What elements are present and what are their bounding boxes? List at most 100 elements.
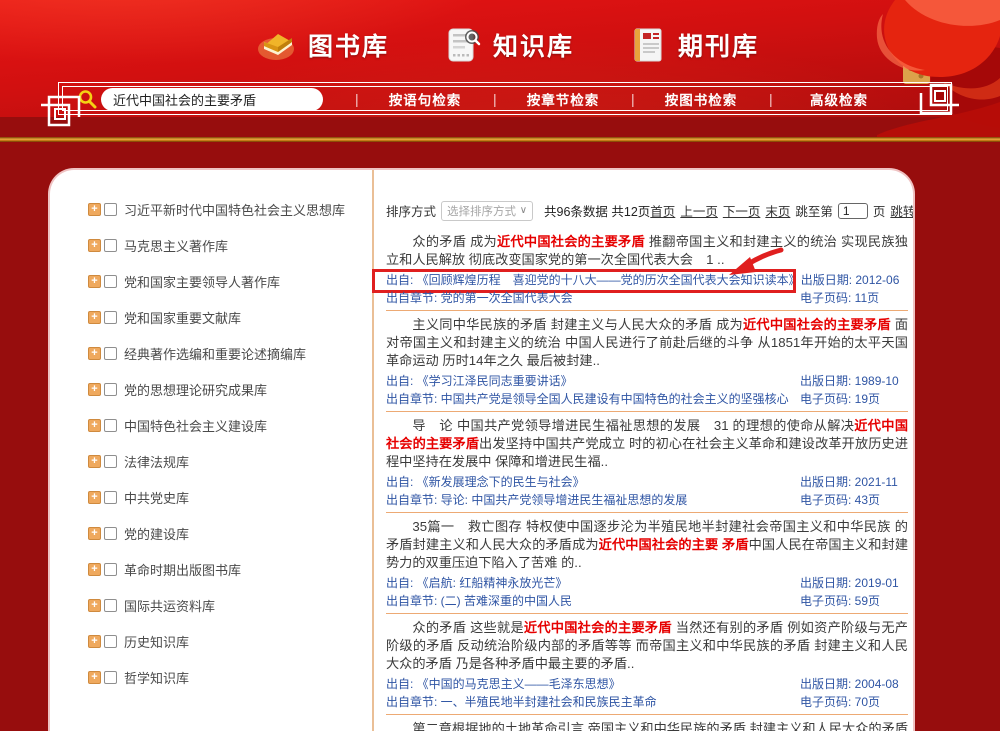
sidebar-item[interactable]: + 党和国家主要领导人著作库 xyxy=(88,272,368,291)
meta-label: 出版日期: xyxy=(800,576,851,590)
search-input[interactable] xyxy=(113,92,311,107)
category-label[interactable]: 历史知识库 xyxy=(124,632,189,651)
nav-journal-library[interactable]: 期刊库 xyxy=(628,25,759,65)
expand-plus-icon[interactable]: + xyxy=(88,419,101,432)
category-label[interactable]: 党和国家主要领导人著作库 xyxy=(124,272,280,291)
sidebar-item[interactable]: + 经典著作选编和重要论述摘编库 xyxy=(88,344,368,363)
search-bar-frame: | 按语句检索 | 按章节检索 | 按图书检索 | 高级检索 xyxy=(58,82,952,115)
category-checkbox[interactable] xyxy=(104,419,117,432)
sidebar-item[interactable]: + 哲学知识库 xyxy=(88,668,368,687)
category-label[interactable]: 哲学知识库 xyxy=(124,668,189,687)
category-label[interactable]: 中国特色社会主义建设库 xyxy=(124,416,267,435)
sort-select[interactable]: 选择排序方式 ∨ xyxy=(441,201,533,221)
sidebar-item[interactable]: + 党的建设库 xyxy=(88,524,368,543)
mode-book-search[interactable]: 按图书检索 xyxy=(633,89,769,109)
result-meta-row: 出自章节: (二) 苦难深重的中国人民电子页码: 59页 xyxy=(386,592,908,610)
expand-plus-icon[interactable]: + xyxy=(88,455,101,468)
meta-label: 出版日期: xyxy=(801,273,852,287)
category-checkbox[interactable] xyxy=(104,275,117,288)
mode-advanced-search[interactable]: 高级检索 xyxy=(771,89,907,109)
pagination-prev[interactable]: 上一页 xyxy=(680,201,718,220)
category-checkbox[interactable] xyxy=(104,671,117,684)
sidebar-item[interactable]: + 革命时期出版图书库 xyxy=(88,560,368,579)
sidebar-item[interactable]: + 马克思主义著作库 xyxy=(88,236,368,255)
category-label[interactable]: 革命时期出版图书库 xyxy=(124,560,241,579)
expand-plus-icon[interactable]: + xyxy=(88,275,101,288)
pagination-first[interactable]: 首页 xyxy=(650,201,675,220)
expand-plus-icon[interactable]: + xyxy=(88,383,101,396)
expand-plus-icon[interactable]: + xyxy=(88,311,101,324)
search-result: 35篇一 救亡图存 特权使中国逐步沦为半殖民地半封建社会帝国主义和中华民族 的矛… xyxy=(386,518,908,614)
sidebar-item[interactable]: + 法律法规库 xyxy=(88,452,368,471)
category-checkbox[interactable] xyxy=(104,203,117,216)
nav-book-library[interactable]: 图书库 xyxy=(256,25,389,65)
sidebar-item[interactable]: + 历史知识库 xyxy=(88,632,368,651)
category-checkbox[interactable] xyxy=(104,311,117,324)
results-count: 共96条数据 共12页 xyxy=(544,201,650,220)
result-separator xyxy=(386,310,908,311)
result-chapter-link[interactable]: 中国共产党是领导全国人民建设有中国特色的社会主义的坚强核心 xyxy=(437,392,788,406)
expand-plus-icon[interactable]: + xyxy=(88,527,101,540)
sidebar-item[interactable]: + 中共党史库 xyxy=(88,488,368,507)
meta-value: 2019-01 xyxy=(851,576,898,590)
sidebar-item[interactable]: + 国际共运资料库 xyxy=(88,596,368,615)
expand-plus-icon[interactable]: + xyxy=(88,563,101,576)
category-label[interactable]: 党的建设库 xyxy=(124,524,189,543)
expand-plus-icon[interactable]: + xyxy=(88,203,101,216)
category-checkbox[interactable] xyxy=(104,455,117,468)
expand-plus-icon[interactable]: + xyxy=(88,671,101,684)
category-checkbox[interactable] xyxy=(104,635,117,648)
result-separator xyxy=(386,411,908,412)
sidebar-item[interactable]: + 中国特色社会主义建设库 xyxy=(88,416,368,435)
pagination-next[interactable]: 下一页 xyxy=(723,201,761,220)
sidebar-item[interactable]: + 习近平新时代中国特色社会主义思想库 xyxy=(88,200,368,219)
expand-plus-icon[interactable]: + xyxy=(88,491,101,504)
category-label[interactable]: 法律法规库 xyxy=(124,452,189,471)
category-checkbox[interactable] xyxy=(104,599,117,612)
result-chapter-link[interactable]: 一、半殖民地半封建社会和民族民主革命 xyxy=(437,695,656,709)
expand-plus-icon[interactable]: + xyxy=(88,239,101,252)
result-source-link[interactable]: 《学习江泽民同志重要讲话》 xyxy=(413,374,572,388)
result-source-link[interactable]: 《中国的马克思主义——毛泽东思想》 xyxy=(413,677,620,691)
category-checkbox[interactable] xyxy=(104,239,117,252)
category-label[interactable]: 马克思主义著作库 xyxy=(124,236,228,255)
expand-plus-icon[interactable]: + xyxy=(88,599,101,612)
results-area: 排序方式 选择排序方式 ∨ 共96条数据 共12页 首页 上一页 下一页 末页 … xyxy=(386,170,908,731)
search-result: 主义同中华民族的矛盾 封建主义与人民大众的矛盾 成为近代中国社会的主要矛盾 面对… xyxy=(386,316,908,412)
category-checkbox[interactable] xyxy=(104,563,117,576)
category-label[interactable]: 国际共运资料库 xyxy=(124,596,215,615)
result-meta-row: 出自: 《学习江泽民同志重要讲话》出版日期: 1989-10 xyxy=(386,372,908,390)
nav-knowledge-library[interactable]: 知识库 xyxy=(443,25,574,65)
result-source-link[interactable]: 《新发展理念下的民生与社会》 xyxy=(413,475,584,489)
mode-sentence-search[interactable]: 按语句检索 xyxy=(357,89,493,109)
sidebar-item[interactable]: + 党的思想理论研究成果库 xyxy=(88,380,368,399)
mode-chapter-search[interactable]: 按章节检索 xyxy=(495,89,631,109)
meta-label: 电子页码: xyxy=(800,594,851,608)
result-separator xyxy=(386,613,908,614)
expand-plus-icon[interactable]: + xyxy=(88,347,101,360)
pagination-last[interactable]: 末页 xyxy=(765,201,790,220)
book-icon xyxy=(256,25,298,65)
pagination-jump[interactable]: 跳转 xyxy=(890,201,915,220)
category-sidebar: + 习近平新时代中国特色社会主义思想库 + 马克思主义著作库 + 党和国家主要领导人著作库… xyxy=(88,200,368,704)
page-number-input[interactable] xyxy=(838,203,868,219)
top-banner: 图书库 知识库 xyxy=(0,0,1000,117)
category-label[interactable]: 中共党史库 xyxy=(124,488,189,507)
category-label[interactable]: 党的思想理论研究成果库 xyxy=(124,380,267,399)
result-source-link[interactable]: 《回顾辉煌历程 喜迎党的十八大——党的历次全国代表大会知识读本》 xyxy=(413,273,800,287)
category-checkbox[interactable] xyxy=(104,383,117,396)
result-source-link[interactable]: 《启航: 红船精神永放光芒》 xyxy=(413,576,567,590)
category-label[interactable]: 经典著作选编和重要论述摘编库 xyxy=(124,344,306,363)
result-chapter-link[interactable]: 导论: 中国共产党领导增进民生福祉思想的发展 xyxy=(437,493,687,507)
result-chapter-link[interactable]: (二) 苦难深重的中国人民 xyxy=(437,594,572,608)
category-label[interactable]: 习近平新时代中国特色社会主义思想库 xyxy=(124,200,345,219)
category-checkbox[interactable] xyxy=(104,347,117,360)
category-checkbox[interactable] xyxy=(104,527,117,540)
sidebar-item[interactable]: + 党和国家重要文献库 xyxy=(88,308,368,327)
category-checkbox[interactable] xyxy=(104,491,117,504)
result-snippet: 众的矛盾 成为近代中国社会的主要矛盾 推翻帝国主义和封建主义的统治 实现民族独立… xyxy=(386,233,908,269)
result-chapter-link[interactable]: 党的第一次全国代表大会 xyxy=(437,291,572,305)
expand-plus-icon[interactable]: + xyxy=(88,635,101,648)
category-label[interactable]: 党和国家重要文献库 xyxy=(124,308,241,327)
meta-label: 出自章节: xyxy=(386,291,437,305)
